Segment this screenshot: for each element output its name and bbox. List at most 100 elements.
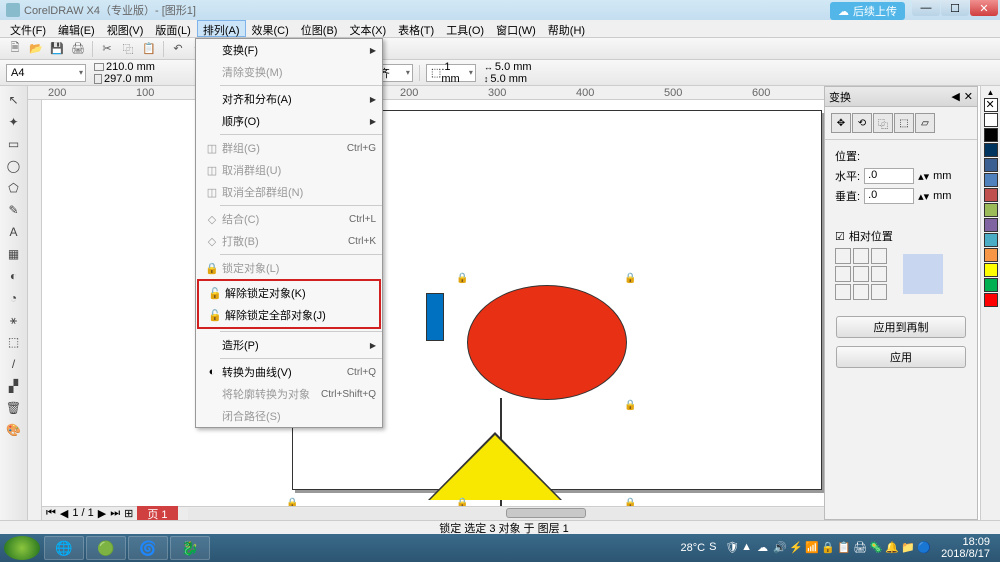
menu-2[interactable]: 视图(V)	[101, 20, 150, 37]
tray-icon[interactable]: 🔊	[773, 541, 787, 555]
tool-14[interactable]: 🗑	[4, 398, 24, 418]
tray-icon[interactable]: ⚡	[789, 541, 803, 555]
last-page-icon[interactable]: ⏭	[110, 507, 120, 520]
checkbox-icon[interactable]: ☑	[835, 230, 845, 243]
first-page-icon[interactable]: ⏮	[46, 507, 56, 520]
tool-0[interactable]: ↖	[4, 90, 24, 110]
menu-0[interactable]: 文件(F)	[4, 20, 52, 37]
color-swatch[interactable]	[984, 263, 998, 277]
color-swatch[interactable]	[984, 293, 998, 307]
taskbar-app[interactable]: 🌀	[128, 536, 168, 560]
print-icon[interactable]: 🖨	[69, 40, 87, 58]
size-mode-icon[interactable]: ⬚	[894, 113, 914, 133]
color-swatch[interactable]	[984, 278, 998, 292]
menu-item[interactable]: 🔓解除锁定对象(K)	[199, 282, 379, 304]
tool-7[interactable]: ▦	[4, 244, 24, 264]
triangle-shape[interactable]	[430, 435, 560, 500]
tool-12[interactable]: /	[4, 354, 24, 374]
page-navigator[interactable]: ⏮ ◀ 1 / 1 ▶ ⏭ ⊞	[42, 507, 137, 520]
color-swatch[interactable]	[984, 218, 998, 232]
menu-1[interactable]: 编辑(E)	[52, 20, 101, 37]
prev-page-icon[interactable]: ◀	[60, 507, 68, 520]
tray-icon[interactable]: 🛡	[725, 541, 739, 555]
tray-icon[interactable]: 📋	[837, 541, 851, 555]
tray-icon[interactable]: ☁	[757, 541, 771, 555]
menu-3[interactable]: 版面(L)	[149, 20, 196, 37]
page-height[interactable]: 297.0 mm	[104, 73, 153, 85]
tray-icon[interactable]: ▲	[741, 541, 755, 555]
scale-mode-icon[interactable]: ⿻	[873, 113, 893, 133]
menu-6[interactable]: 位图(B)	[295, 20, 344, 37]
menu-5[interactable]: 效果(C)	[246, 20, 295, 37]
docker-left-icon[interactable]: ◀	[951, 90, 959, 103]
anchor-grid[interactable]	[835, 248, 887, 300]
tool-9[interactable]: ◔	[4, 288, 24, 308]
tool-13[interactable]: ▞	[4, 376, 24, 396]
color-swatch[interactable]	[984, 188, 998, 202]
docker-close-icon[interactable]: ✕	[964, 90, 973, 103]
nudge-x[interactable]: 5.0 mm	[495, 61, 532, 73]
tray-icon[interactable]: 🖨	[853, 541, 867, 555]
paper-size-combo[interactable]: A4	[6, 64, 86, 82]
color-swatch[interactable]	[984, 128, 998, 142]
weather-temp[interactable]: 28°C	[680, 542, 705, 554]
menu-4[interactable]: 排列(A)	[197, 20, 246, 37]
menu-7[interactable]: 文本(X)	[343, 20, 392, 37]
page-width[interactable]: 210.0 mm	[106, 61, 155, 73]
palette-up-icon[interactable]: ▲	[987, 88, 995, 97]
tray-icon[interactable]: 🔔	[885, 541, 899, 555]
cloud-upload-button[interactable]: ☁ 后续上传	[830, 2, 905, 20]
clock[interactable]: 18:09 2018/8/17	[935, 536, 996, 560]
tool-2[interactable]: ▭	[4, 134, 24, 154]
nudge-y[interactable]: 5.0 mm	[490, 73, 527, 85]
menu-item[interactable]: 变换(F)▶	[196, 39, 382, 61]
save-icon[interactable]: 💾	[48, 40, 66, 58]
paste-icon[interactable]: 📋	[140, 40, 158, 58]
tray-icon[interactable]: 🔒	[821, 541, 835, 555]
close-button[interactable]: ✕	[970, 0, 998, 16]
tool-3[interactable]: ◯	[4, 156, 24, 176]
tray-icon[interactable]: 🔵	[917, 541, 931, 555]
ellipse-shape[interactable]	[467, 285, 627, 400]
new-icon[interactable]: 🗎	[6, 40, 24, 58]
start-button[interactable]	[4, 536, 40, 560]
vertical-input[interactable]: .0	[864, 188, 914, 204]
canvas-area[interactable]: 🔒 🔒 🔒 🔒 🔒 🔒 🔒 🔒	[42, 100, 824, 506]
color-swatch[interactable]	[984, 173, 998, 187]
menu-11[interactable]: 帮助(H)	[542, 20, 591, 37]
horizontal-input[interactable]: .0	[864, 168, 914, 184]
tool-6[interactable]: A	[4, 222, 24, 242]
color-swatch[interactable]	[984, 143, 998, 157]
outline-width-combo[interactable]: ⬚ .1 mm	[426, 64, 476, 82]
menu-item[interactable]: 顺序(O)▶	[196, 110, 382, 132]
tool-4[interactable]: ⬠	[4, 178, 24, 198]
color-swatch[interactable]	[984, 203, 998, 217]
apply-button[interactable]: 应用	[836, 346, 966, 368]
position-mode-icon[interactable]: ✥	[831, 113, 851, 133]
undo-icon[interactable]: ↶	[169, 40, 187, 58]
tool-1[interactable]: ✦	[4, 112, 24, 132]
tray-icon[interactable]: 📶	[805, 541, 819, 555]
skew-mode-icon[interactable]: ▱	[915, 113, 935, 133]
maximize-button[interactable]: ☐	[941, 0, 969, 16]
tool-8[interactable]: ◐	[4, 266, 24, 286]
tray-icon[interactable]: 📁	[901, 541, 915, 555]
menu-item[interactable]: 对齐和分布(A)▶	[196, 88, 382, 110]
rotate-mode-icon[interactable]: ⟲	[852, 113, 872, 133]
minimize-button[interactable]: —	[912, 0, 940, 16]
blue-rectangle-shape[interactable]	[426, 293, 444, 341]
menu-9[interactable]: 工具(O)	[440, 20, 490, 37]
menu-item[interactable]: ◐转换为曲线(V)Ctrl+Q	[196, 361, 382, 383]
tray-icon[interactable]: S	[709, 541, 723, 555]
color-swatch[interactable]	[984, 113, 998, 127]
taskbar-app[interactable]: 🟢	[86, 536, 126, 560]
taskbar-app[interactable]: 🐉	[170, 536, 210, 560]
horizontal-scrollbar[interactable]	[188, 508, 824, 520]
copy-icon[interactable]: ⿻	[119, 40, 137, 58]
menu-item[interactable]: 造形(P)▶	[196, 334, 382, 356]
apply-duplicate-button[interactable]: 应用到再制	[836, 316, 966, 338]
color-swatch[interactable]	[984, 248, 998, 262]
cut-icon[interactable]: ✂	[98, 40, 116, 58]
add-page-icon[interactable]: ⊞	[124, 507, 133, 520]
color-swatch[interactable]	[984, 233, 998, 247]
